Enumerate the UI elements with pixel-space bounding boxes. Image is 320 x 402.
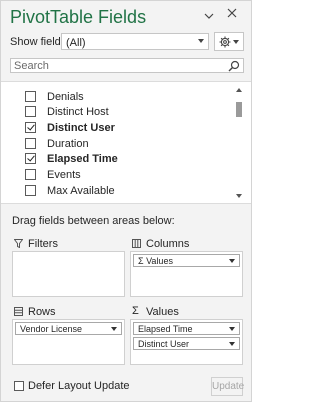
field-row[interactable]: Duration xyxy=(1,136,229,152)
chevron-down-icon xyxy=(229,342,235,346)
field-checkbox[interactable] xyxy=(25,122,36,133)
field-list-scrollbar[interactable] xyxy=(233,84,245,202)
field-checkbox[interactable] xyxy=(25,153,36,164)
rows-item-label: Vendor License xyxy=(20,324,83,334)
field-checkbox[interactable] xyxy=(25,169,36,180)
show-fields-dropdown[interactable]: (All) xyxy=(61,33,209,50)
chevron-down-icon xyxy=(233,40,239,44)
pivottable-fields-pane: PivotTable Fields Show fields: (All) Sea… xyxy=(0,0,252,402)
sigma-icon: Σ xyxy=(132,305,139,317)
field-checkbox[interactable] xyxy=(25,138,36,149)
values-item[interactable]: Elapsed Time xyxy=(133,322,240,335)
values-item-label: Elapsed Time xyxy=(138,324,193,334)
chevron-down-icon xyxy=(198,39,204,43)
values-area-label: Values xyxy=(146,306,179,318)
columns-icon xyxy=(132,239,141,248)
update-button[interactable]: Update xyxy=(211,377,244,396)
filters-drop-area[interactable] xyxy=(12,251,125,297)
field-row[interactable]: Distinct User xyxy=(1,120,229,136)
field-row[interactable]: Elapsed Time xyxy=(1,151,229,167)
field-name: Distinct Host xyxy=(47,106,109,118)
field-checkbox[interactable] xyxy=(25,185,36,196)
search-placeholder: Search xyxy=(14,60,49,72)
field-name: Max Available xyxy=(47,185,115,197)
filter-icon xyxy=(14,239,23,248)
defer-layout-checkbox[interactable] xyxy=(14,381,24,391)
settings-button[interactable] xyxy=(214,32,244,51)
rows-icon xyxy=(14,307,23,316)
field-row[interactable]: Events xyxy=(1,167,229,183)
close-icon[interactable] xyxy=(227,8,237,21)
chevron-down-icon[interactable] xyxy=(204,9,214,23)
chevron-down-icon xyxy=(229,327,235,331)
chevron-down-icon xyxy=(229,259,235,263)
field-row[interactable]: Max Available xyxy=(1,183,229,199)
search-field[interactable]: Search xyxy=(10,58,244,73)
field-name: Denials xyxy=(47,91,84,103)
sigma-icon: Σ xyxy=(138,256,144,266)
show-fields-value: (All) xyxy=(66,37,86,49)
columns-area-label: Columns xyxy=(146,238,190,250)
chevron-down-icon xyxy=(111,327,117,331)
field-row[interactable]: Denials xyxy=(1,89,229,105)
search-icon[interactable] xyxy=(228,60,240,72)
field-row[interactable]: Distinct Host xyxy=(1,104,229,120)
rows-drop-area[interactable]: Vendor License xyxy=(12,319,125,365)
field-checkbox[interactable] xyxy=(25,106,36,117)
values-item[interactable]: Distinct User xyxy=(133,337,240,350)
field-name: Events xyxy=(47,169,81,181)
field-name: Elapsed Time xyxy=(47,153,118,165)
scroll-up-icon[interactable] xyxy=(236,88,242,92)
areas-instruction: Drag fields between areas below: xyxy=(12,215,175,227)
defer-layout-label: Defer Layout Update xyxy=(28,380,130,392)
field-name: Duration xyxy=(47,138,89,150)
filters-area-label: Filters xyxy=(28,238,58,250)
gear-icon xyxy=(219,36,231,48)
rows-item[interactable]: Vendor License xyxy=(15,322,122,335)
scroll-thumb[interactable] xyxy=(236,102,242,117)
columns-drop-area[interactable]: Σ Values xyxy=(130,251,243,297)
pane-title: PivotTable Fields xyxy=(10,7,147,27)
values-drop-area[interactable]: Elapsed Time Distinct User xyxy=(130,319,243,365)
field-checkbox[interactable] xyxy=(25,91,36,102)
field-list: Denials Distinct Host Distinct User Dura… xyxy=(1,81,251,204)
rows-area-label: Rows xyxy=(28,306,56,318)
columns-item[interactable]: Σ Values xyxy=(133,254,240,267)
scroll-down-icon[interactable] xyxy=(236,194,242,198)
columns-item-label: Σ Values xyxy=(138,256,173,266)
field-name: Distinct User xyxy=(47,122,115,134)
values-item-label: Distinct User xyxy=(138,339,190,349)
